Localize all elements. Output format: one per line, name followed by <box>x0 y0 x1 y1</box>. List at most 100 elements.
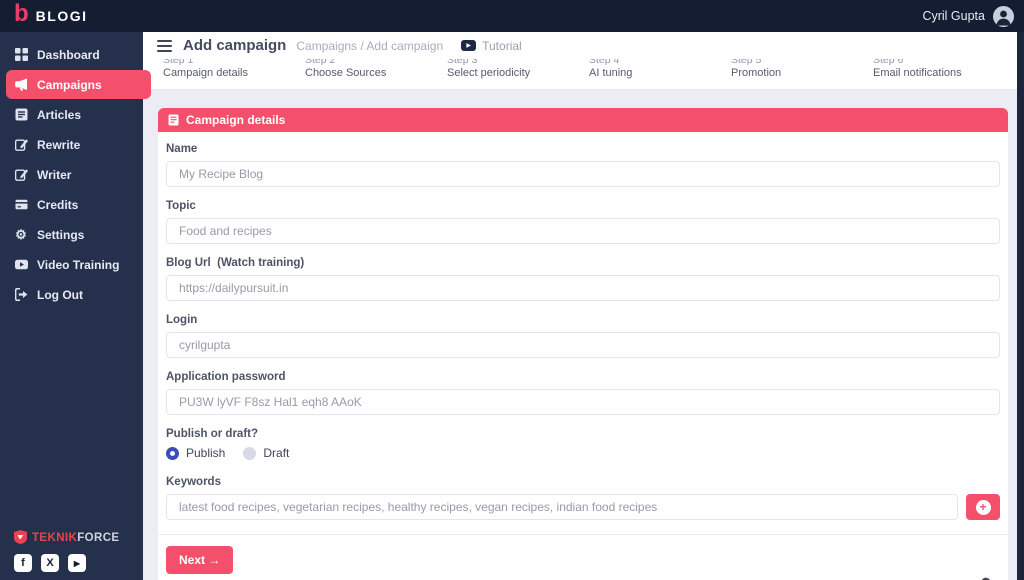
sidebar-item-label: Writer <box>37 167 72 182</box>
user-name: Cyril Gupta <box>922 9 985 23</box>
name-label: Name <box>166 143 198 155</box>
keywords-input[interactable] <box>166 494 958 520</box>
sidebar-item-label: Video Training <box>37 257 120 272</box>
topic-input[interactable] <box>166 218 1000 244</box>
brand-name: BLOGI <box>35 8 88 24</box>
step-label: Campaign details <box>163 67 248 79</box>
teknikforce-logo: TEKNIKFORCE <box>14 528 143 546</box>
facebook-icon[interactable]: f <box>14 554 32 572</box>
facebook-glyph: f <box>21 557 25 569</box>
x-glyph: X <box>46 557 54 569</box>
step-label: Promotion <box>731 67 782 79</box>
sidebar-item-label: Articles <box>37 107 82 122</box>
page-header: Add campaign Campaigns / Add campaign ▶ … <box>143 32 1017 59</box>
sidebar-item-articles[interactable]: Articles <box>6 100 137 129</box>
plus-icon: + <box>975 499 991 515</box>
step-number: Step 3 <box>447 59 478 66</box>
step-number: Step 2 <box>305 59 336 66</box>
login-label: Login <box>166 314 198 326</box>
person-icon <box>996 10 1011 25</box>
sidebar-item-label: Log Out <box>37 287 83 302</box>
rewrite-icon <box>14 138 28 151</box>
youtube-icon[interactable]: ▶ <box>68 554 86 572</box>
sidebar-item-label: Rewrite <box>37 137 81 152</box>
publish-draft-radio-group: Publish Draft <box>166 446 1000 460</box>
radio-selected-icon[interactable] <box>166 446 179 460</box>
youtube-glyph: ▶ <box>73 558 81 568</box>
megaphone-icon <box>14 78 28 91</box>
play-icon: ▶ <box>461 40 477 51</box>
name-input[interactable] <box>166 161 1000 187</box>
steps-bar: Step 1 Campaign details Step 2 Choose So… <box>143 59 1017 90</box>
hamburger-menu-icon[interactable] <box>157 39 172 52</box>
step-number: Step 1 <box>163 59 194 66</box>
sidebar-item-logout[interactable]: Log Out <box>6 280 137 309</box>
step-2[interactable]: Step 2 Choose Sources <box>305 59 447 89</box>
step-label: AI tuning <box>589 67 633 79</box>
main-area: Add campaign Campaigns / Add campaign ▶ … <box>143 32 1017 580</box>
sidebar-item-campaigns[interactable]: Campaigns <box>6 70 151 99</box>
step-3[interactable]: Step 3 Select periodicity <box>447 59 589 89</box>
watch-training-link[interactable]: (Watch training) <box>217 257 304 269</box>
step-number: Step 6 <box>873 59 904 66</box>
draft-radio[interactable]: Draft <box>243 446 289 460</box>
dashboard-icon <box>14 48 28 61</box>
teknikforce-shield-icon <box>14 530 27 544</box>
logout-icon <box>14 288 28 301</box>
next-button[interactable]: Next → <box>166 546 234 574</box>
step-4[interactable]: Step 4 AI tuning <box>589 59 731 89</box>
blog-url-label: Blog Url (Watch training) <box>166 257 1000 269</box>
blog-url-label-text: Blog Url <box>166 257 211 269</box>
card-footer-divider <box>158 534 1008 535</box>
sidebar-item-video-training[interactable]: Video Training <box>6 250 137 279</box>
page-scrollbar[interactable] <box>1017 32 1024 580</box>
campaign-form-card: Name Topic Blog Url (Watch training) Log… <box>158 132 1008 580</box>
teknik-text: TEKNIK <box>32 532 78 544</box>
publish-or-draft-label: Publish or draft? <box>166 428 258 440</box>
tutorial-button[interactable]: ▶ Tutorial <box>461 39 522 53</box>
publish-radio[interactable]: Publish <box>166 446 225 460</box>
sidebar-item-credits[interactable]: Credits <box>6 190 137 219</box>
step-1[interactable]: Step 1 Campaign details <box>163 59 305 89</box>
sidebar: Dashboard Campaigns Articles Rewrite Wri… <box>0 32 151 580</box>
writer-icon <box>14 168 28 181</box>
step-5[interactable]: Step 5 Promotion <box>731 59 873 89</box>
section-title: Campaign details <box>186 113 286 127</box>
articles-icon <box>14 108 28 121</box>
sidebar-item-label: Dashboard <box>37 47 100 62</box>
step-number: Step 5 <box>731 59 762 66</box>
sidebar-item-settings[interactable]: ⚙ Settings <box>6 220 137 249</box>
step-label: Select periodicity <box>447 67 531 79</box>
sidebar-item-label: Campaigns <box>37 77 102 92</box>
sidebar-item-rewrite[interactable]: Rewrite <box>6 130 137 159</box>
radio-unselected-icon[interactable] <box>243 446 257 460</box>
video-icon <box>14 258 28 271</box>
sidebar-item-label: Credits <box>37 197 79 212</box>
user-avatar[interactable] <box>993 5 1014 27</box>
step-6[interactable]: Step 6 Email notifications <box>873 59 1017 89</box>
topic-label: Topic <box>166 200 196 212</box>
blog-url-input[interactable] <box>166 275 1000 301</box>
page-title: Add campaign <box>183 37 287 54</box>
draft-radio-label: Draft <box>263 446 290 460</box>
keywords-label: Keywords <box>166 476 221 488</box>
add-keyword-button[interactable]: + <box>966 494 1000 520</box>
sidebar-item-dashboard[interactable]: Dashboard <box>6 40 137 69</box>
login-input[interactable] <box>166 332 1000 358</box>
sidebar-item-label: Settings <box>37 227 85 242</box>
step-label: Choose Sources <box>305 67 387 79</box>
credits-icon <box>14 198 28 211</box>
topbar: b BLOGI Cyril Gupta <box>0 0 1024 32</box>
content-area: Campaign details Name Topic Blog Url (Wa… <box>143 90 1017 580</box>
gear-icon: ⚙ <box>15 227 27 242</box>
sidebar-item-writer[interactable]: Writer <box>6 160 137 189</box>
tutorial-label: Tutorial <box>482 38 522 53</box>
force-text: FORCE <box>77 532 120 544</box>
app-logo[interactable]: b BLOGI <box>14 2 88 26</box>
x-icon[interactable]: X <box>41 554 59 572</box>
app-password-label: Application password <box>166 371 286 383</box>
step-number: Step 4 <box>589 59 620 66</box>
app-password-input[interactable] <box>166 389 1000 415</box>
publish-radio-label: Publish <box>186 446 226 460</box>
step-label: Email notifications <box>873 67 962 79</box>
